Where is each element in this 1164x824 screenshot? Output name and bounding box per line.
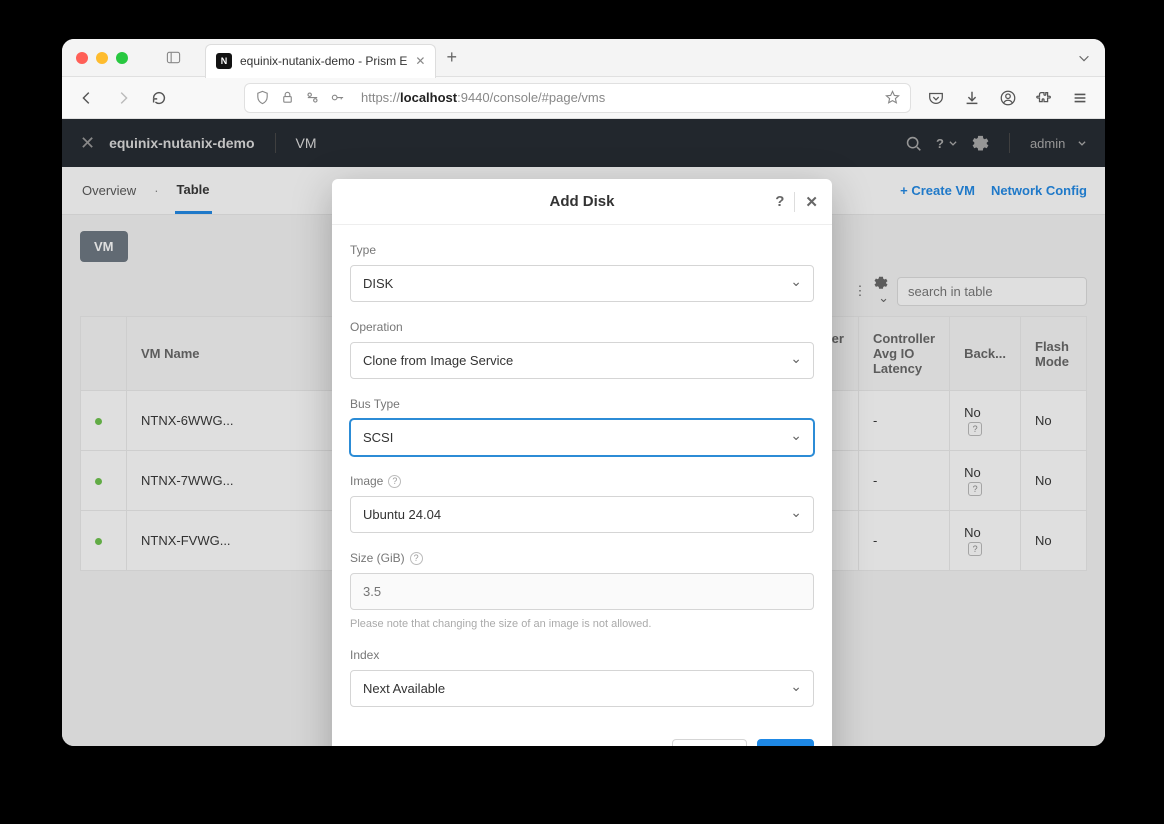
select-operation[interactable]: Clone from Image Service <box>350 342 814 379</box>
lock-icon <box>280 90 295 105</box>
add-button[interactable]: Add <box>757 739 814 746</box>
forward-button[interactable] <box>112 87 134 109</box>
modal-title: Add Disk <box>549 193 614 210</box>
maximize-window-icon[interactable] <box>116 52 128 64</box>
sidebar-toggle-icon[interactable] <box>166 50 181 65</box>
select-index[interactable]: Next Available <box>350 670 814 707</box>
account-icon[interactable] <box>997 87 1019 109</box>
downloads-icon[interactable] <box>961 87 983 109</box>
add-disk-modal: Add Disk ? ✕ Type DISK Operation Clone f… <box>332 179 832 746</box>
select-image[interactable]: Ubuntu 24.04 <box>350 496 814 533</box>
close-window-icon[interactable] <box>76 52 88 64</box>
help-icon[interactable]: ? <box>388 475 401 488</box>
shield-icon <box>255 90 270 105</box>
bookmark-icon[interactable] <box>885 90 900 105</box>
browser-titlebar: N equinix-nutanix-demo - Prism E ✕ + <box>62 39 1105 77</box>
label-operation: Operation <box>350 320 814 334</box>
titlebar-chevron-icon[interactable] <box>1077 51 1091 65</box>
browser-tab[interactable]: N equinix-nutanix-demo - Prism E ✕ <box>205 44 436 78</box>
close-tab-icon[interactable]: ✕ <box>415 54 425 68</box>
modal-close-icon[interactable]: ✕ <box>805 193 818 211</box>
browser-toolbar: https://localhost:9440/console/#page/vms <box>62 77 1105 119</box>
new-tab-button[interactable]: + <box>446 47 457 68</box>
key-icon <box>330 90 345 105</box>
back-button[interactable] <box>76 87 98 109</box>
tab-title: equinix-nutanix-demo - Prism E <box>240 54 407 68</box>
modal-help-icon[interactable]: ? <box>775 193 784 210</box>
select-bus-type[interactable]: SCSI <box>350 419 814 456</box>
url-text: https://localhost:9440/console/#page/vms <box>361 90 875 105</box>
extensions-icon[interactable] <box>1033 87 1055 109</box>
window-controls <box>76 52 128 64</box>
minimize-window-icon[interactable] <box>96 52 108 64</box>
label-image: Image? <box>350 474 814 488</box>
reload-button[interactable] <box>148 87 170 109</box>
label-index: Index <box>350 648 814 662</box>
label-type: Type <box>350 243 814 257</box>
label-size: Size (GiB)? <box>350 551 814 565</box>
url-bar[interactable]: https://localhost:9440/console/#page/vms <box>244 83 911 113</box>
tab-favicon: N <box>216 53 232 69</box>
label-bus-type: Bus Type <box>350 397 814 411</box>
select-type[interactable]: DISK <box>350 265 814 302</box>
input-size <box>350 573 814 610</box>
size-hint: Please note that changing the size of an… <box>350 618 814 630</box>
permissions-icon <box>305 90 320 105</box>
menu-icon[interactable] <box>1069 87 1091 109</box>
cancel-button[interactable]: Cancel <box>672 739 746 746</box>
help-icon[interactable]: ? <box>410 552 423 565</box>
pocket-icon[interactable] <box>925 87 947 109</box>
